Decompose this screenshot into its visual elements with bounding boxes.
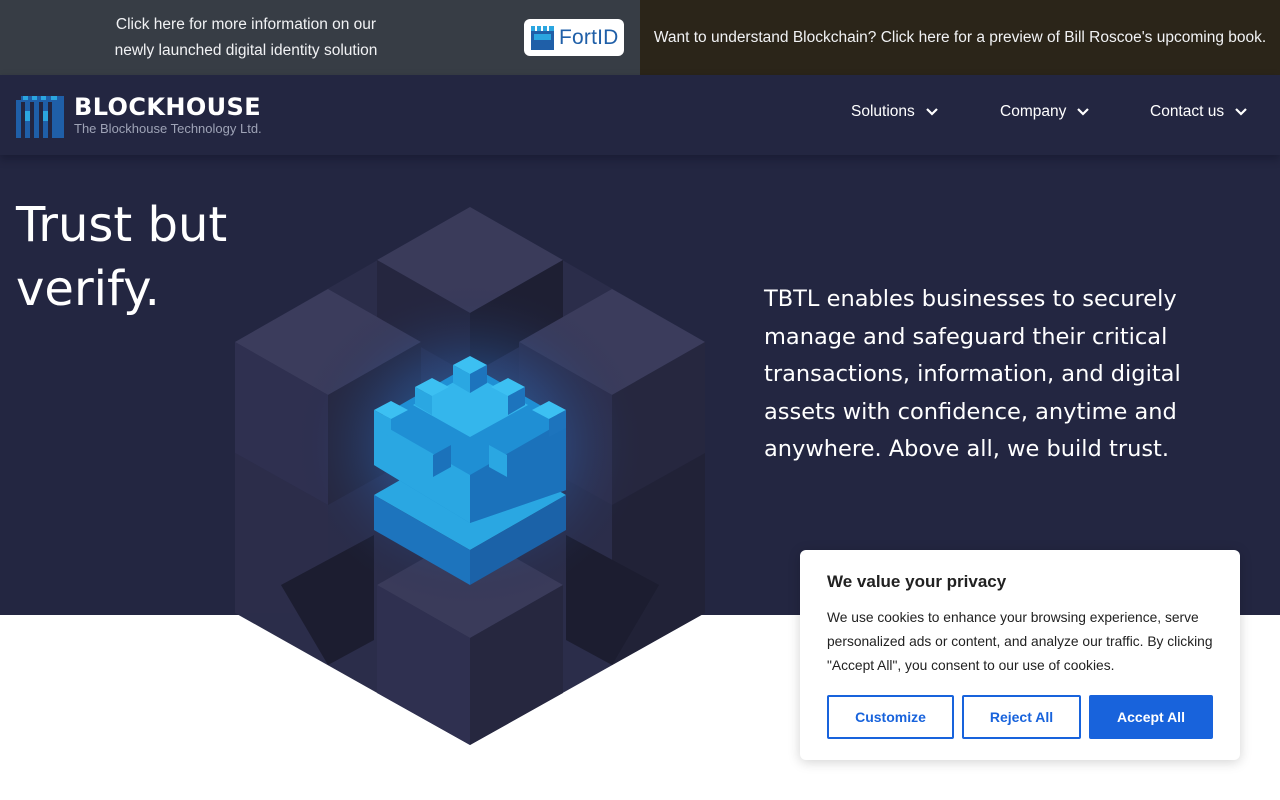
cookie-consent-banner: We value your privacy We use cookies to …	[800, 550, 1240, 760]
announcement-bar: Click here for more information on our n…	[0, 0, 1280, 75]
chevron-down-icon	[1235, 108, 1247, 116]
nav-contact[interactable]: Contact us	[1150, 103, 1248, 121]
nav-company-label: Company	[1000, 103, 1067, 120]
chevron-down-icon	[1077, 108, 1090, 116]
nav-solutions-label: Solutions	[851, 103, 915, 120]
chevron-down-icon	[925, 108, 938, 116]
customize-button[interactable]: Customize	[827, 695, 954, 739]
cookie-body: We use cookies to enhance your browsing …	[827, 610, 1213, 673]
site-header: BLOCKHOUSE The Blockhouse Technology Ltd…	[0, 75, 1280, 155]
blockhouse-logo-icon	[16, 93, 64, 138]
fortid-logo-icon	[531, 25, 554, 50]
fortid-badge[interactable]: FortID	[524, 19, 624, 56]
accept-all-button[interactable]: Accept All	[1089, 695, 1213, 739]
brand-name: BLOCKHOUSE	[74, 93, 261, 121]
brand-subtitle: The Blockhouse Technology Ltd.	[74, 121, 262, 136]
book-preview-text: Want to understand Blockchain? Click her…	[653, 28, 1267, 46]
book-preview-link[interactable]: Want to understand Blockchain? Click her…	[640, 0, 1280, 75]
nav-contact-label: Contact us	[1150, 103, 1225, 120]
cookie-title: We value your privacy	[827, 572, 1007, 591]
nav-company[interactable]: Company	[1000, 103, 1090, 121]
fortid-promo-text: Click here for more information on our n…	[114, 16, 378, 59]
fortid-label: FortID	[559, 25, 619, 49]
blockhouse-logo[interactable]: BLOCKHOUSE The Blockhouse Technology Ltd…	[16, 93, 262, 138]
cookie-buttons: Customize Reject All Accept All	[827, 695, 1213, 739]
hero-title: Trust but verify.	[16, 197, 228, 317]
hero-description: TBTL enables businesses to securely mana…	[764, 286, 1181, 462]
fortid-promo-link[interactable]: Click here for more information on our n…	[0, 0, 640, 75]
reject-all-button[interactable]: Reject All	[962, 695, 1081, 739]
nav-solutions[interactable]: Solutions	[851, 103, 939, 121]
